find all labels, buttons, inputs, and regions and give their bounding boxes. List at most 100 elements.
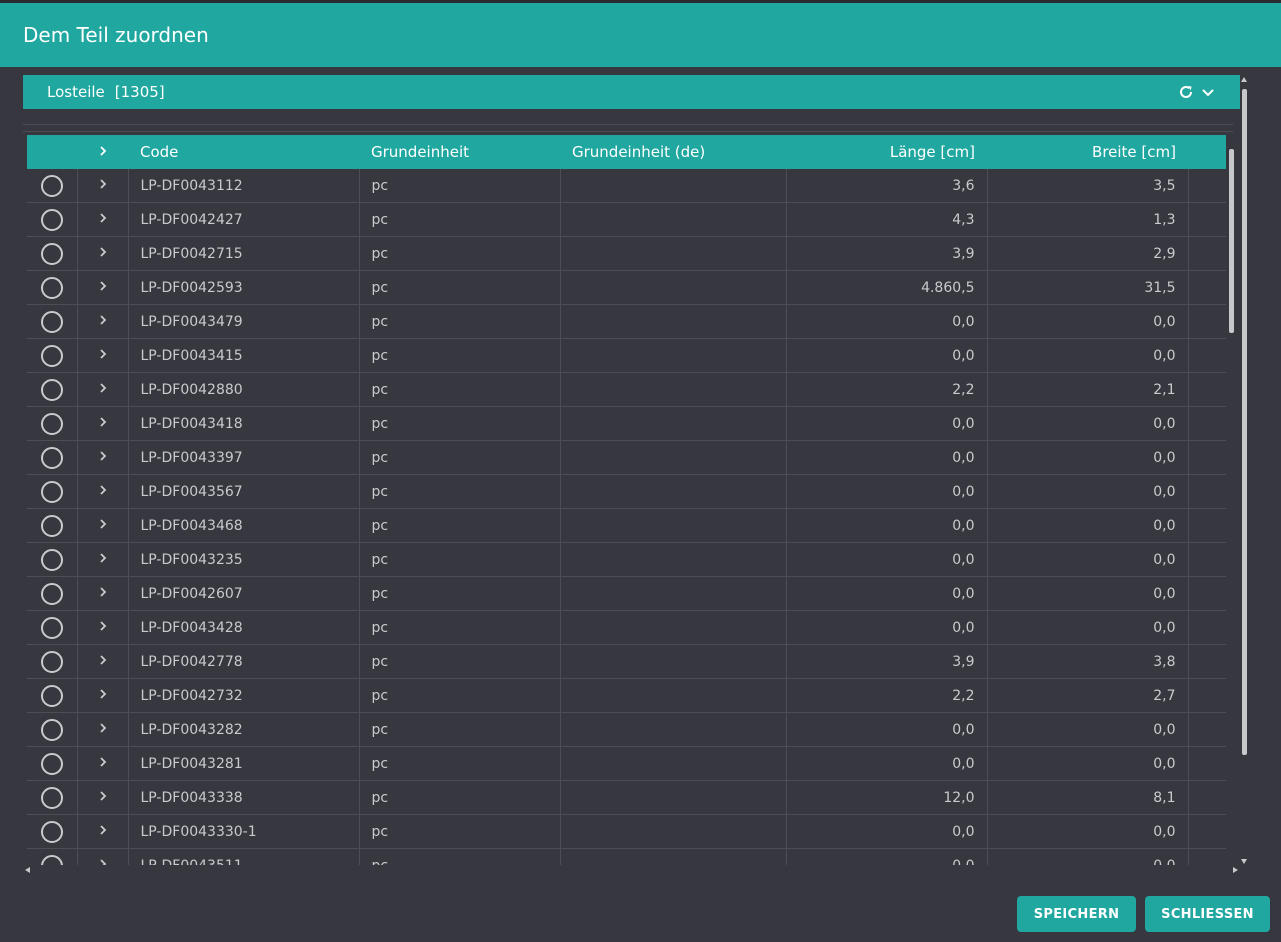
row-select-cell[interactable] <box>27 746 78 781</box>
chevron-right-icon[interactable] <box>98 552 108 568</box>
row-expand-cell[interactable] <box>77 542 129 577</box>
row-select-radio[interactable] <box>40 684 63 707</box>
row-select-cell[interactable] <box>27 814 78 849</box>
row-select-radio[interactable] <box>40 650 63 673</box>
table-row[interactable]: LP-DF0043338 pc 12,0 8,1 <box>27 780 1226 815</box>
column-header-laenge[interactable]: Länge [cm] <box>786 135 987 169</box>
row-select-cell[interactable] <box>27 270 78 305</box>
refresh-icon[interactable] <box>1178 84 1194 100</box>
row-select-radio[interactable] <box>40 718 63 741</box>
row-expand-cell[interactable] <box>77 202 129 237</box>
row-select-radio[interactable] <box>40 820 63 843</box>
grid-vertical-scrollbar[interactable] <box>1229 149 1234 333</box>
table-row[interactable]: LP-DF0043511pc 0,00,0 <box>27 848 1226 865</box>
chevron-right-icon[interactable] <box>98 586 108 602</box>
row-expand-cell[interactable] <box>77 712 129 747</box>
table-row[interactable]: LP-DF0043281 pc 0,0 0,0 <box>27 746 1226 781</box>
row-select-cell[interactable] <box>27 576 78 611</box>
row-select-cell[interactable] <box>27 304 78 339</box>
table-row[interactable]: LP-DF0042607 pc 0,0 0,0 <box>27 576 1226 611</box>
chevron-right-icon[interactable] <box>98 620 108 636</box>
row-select-cell[interactable] <box>27 542 78 577</box>
chevron-right-icon[interactable] <box>98 824 108 840</box>
row-select-cell[interactable] <box>27 712 78 747</box>
table-row[interactable]: LP-DF0043112 pc 3,6 3,5 <box>27 169 1226 203</box>
row-expand-cell[interactable] <box>77 372 129 407</box>
chevron-right-icon[interactable] <box>98 858 108 865</box>
chevron-right-icon[interactable] <box>98 348 108 364</box>
vertical-scrollbar[interactable] <box>1242 89 1247 755</box>
row-select-radio[interactable] <box>40 378 63 401</box>
table-row[interactable]: LP-DF0043282 pc 0,0 0,0 <box>27 712 1226 747</box>
row-expand-cell[interactable] <box>77 814 129 849</box>
row-select-radio[interactable] <box>40 412 63 435</box>
row-expand-cell[interactable] <box>77 474 129 509</box>
row-select-radio[interactable] <box>40 174 63 197</box>
table-row[interactable]: LP-DF0042778 pc 3,9 3,8 <box>27 644 1226 679</box>
row-select-radio[interactable] <box>40 480 63 503</box>
chevron-down-icon[interactable] <box>1200 84 1216 100</box>
table-row[interactable]: LP-DF0043479 pc 0,0 0,0 <box>27 304 1226 339</box>
scroll-left-arrow[interactable] <box>25 867 30 873</box>
chevron-right-icon[interactable] <box>98 280 108 296</box>
table-row[interactable]: LP-DF0043397 pc 0,0 0,0 <box>27 440 1226 475</box>
chevron-right-icon[interactable] <box>98 450 108 466</box>
row-select-radio[interactable] <box>40 548 63 571</box>
chevron-right-icon[interactable] <box>98 143 108 161</box>
table-row[interactable]: LP-DF0042880 pc 2,2 2,1 <box>27 372 1226 407</box>
row-select-cell[interactable] <box>27 780 78 815</box>
row-select-radio[interactable] <box>40 310 63 333</box>
table-row[interactable]: LP-DF0042427 pc 4,3 1,3 <box>27 202 1226 237</box>
column-header-grundeinheit-de[interactable]: Grundeinheit (de) <box>560 135 786 169</box>
scroll-up-arrow[interactable] <box>1241 77 1247 82</box>
row-expand-cell[interactable] <box>77 644 129 679</box>
chevron-right-icon[interactable] <box>98 382 108 398</box>
row-select-cell[interactable] <box>27 644 78 679</box>
chevron-right-icon[interactable] <box>98 756 108 772</box>
row-expand-cell[interactable] <box>77 338 129 373</box>
table-row[interactable]: LP-DF0042732 pc 2,2 2,7 <box>27 678 1226 713</box>
scroll-right-arrow[interactable] <box>1233 867 1238 873</box>
row-select-radio[interactable] <box>40 344 63 367</box>
row-expand-cell[interactable] <box>77 610 129 645</box>
row-expand-cell[interactable] <box>77 406 129 441</box>
column-header-code[interactable]: Code <box>128 135 359 169</box>
table-row[interactable]: LP-DF0043428 pc 0,0 0,0 <box>27 610 1226 645</box>
row-select-cell[interactable] <box>27 440 78 475</box>
chevron-right-icon[interactable] <box>98 654 108 670</box>
column-header-breite[interactable]: Breite [cm] <box>987 135 1188 169</box>
row-select-cell[interactable] <box>27 508 78 543</box>
row-select-cell[interactable] <box>27 236 78 271</box>
table-row[interactable]: LP-DF0042715 pc 3,9 2,9 <box>27 236 1226 271</box>
chevron-right-icon[interactable] <box>98 790 108 806</box>
section-header-losteile[interactable]: Losteile [1305] <box>23 75 1240 109</box>
table-row[interactable]: LP-DF0043235 pc 0,0 0,0 <box>27 542 1226 577</box>
row-select-cell[interactable] <box>27 610 78 645</box>
chevron-right-icon[interactable] <box>98 314 108 330</box>
row-select-radio[interactable] <box>40 752 63 775</box>
row-expand-cell[interactable] <box>77 304 129 339</box>
row-select-radio[interactable] <box>40 242 63 265</box>
chevron-right-icon[interactable] <box>98 518 108 534</box>
row-expand-cell[interactable] <box>77 848 129 865</box>
row-select-radio[interactable] <box>40 616 63 639</box>
row-expand-cell[interactable] <box>77 576 129 611</box>
row-select-cell[interactable] <box>27 474 78 509</box>
chevron-right-icon[interactable] <box>98 212 108 228</box>
row-select-cell[interactable] <box>27 169 78 203</box>
column-header-grundeinheit[interactable]: Grundeinheit <box>359 135 560 169</box>
row-select-radio[interactable] <box>40 582 63 605</box>
close-button[interactable]: SCHLIESSEN <box>1145 896 1270 932</box>
row-expand-cell[interactable] <box>77 169 129 203</box>
save-button[interactable]: SPEICHERN <box>1017 896 1136 932</box>
row-select-radio[interactable] <box>40 786 63 809</box>
row-select-cell[interactable] <box>27 678 78 713</box>
row-expand-cell[interactable] <box>77 270 129 305</box>
row-select-radio[interactable] <box>40 208 63 231</box>
table-row[interactable]: LP-DF0043418 pc 0,0 0,0 <box>27 406 1226 441</box>
row-select-cell[interactable] <box>27 202 78 237</box>
expand-all-header[interactable] <box>77 135 128 169</box>
table-row[interactable]: LP-DF0043567 pc 0,0 0,0 <box>27 474 1226 509</box>
row-select-radio[interactable] <box>40 854 63 865</box>
row-select-cell[interactable] <box>27 406 78 441</box>
